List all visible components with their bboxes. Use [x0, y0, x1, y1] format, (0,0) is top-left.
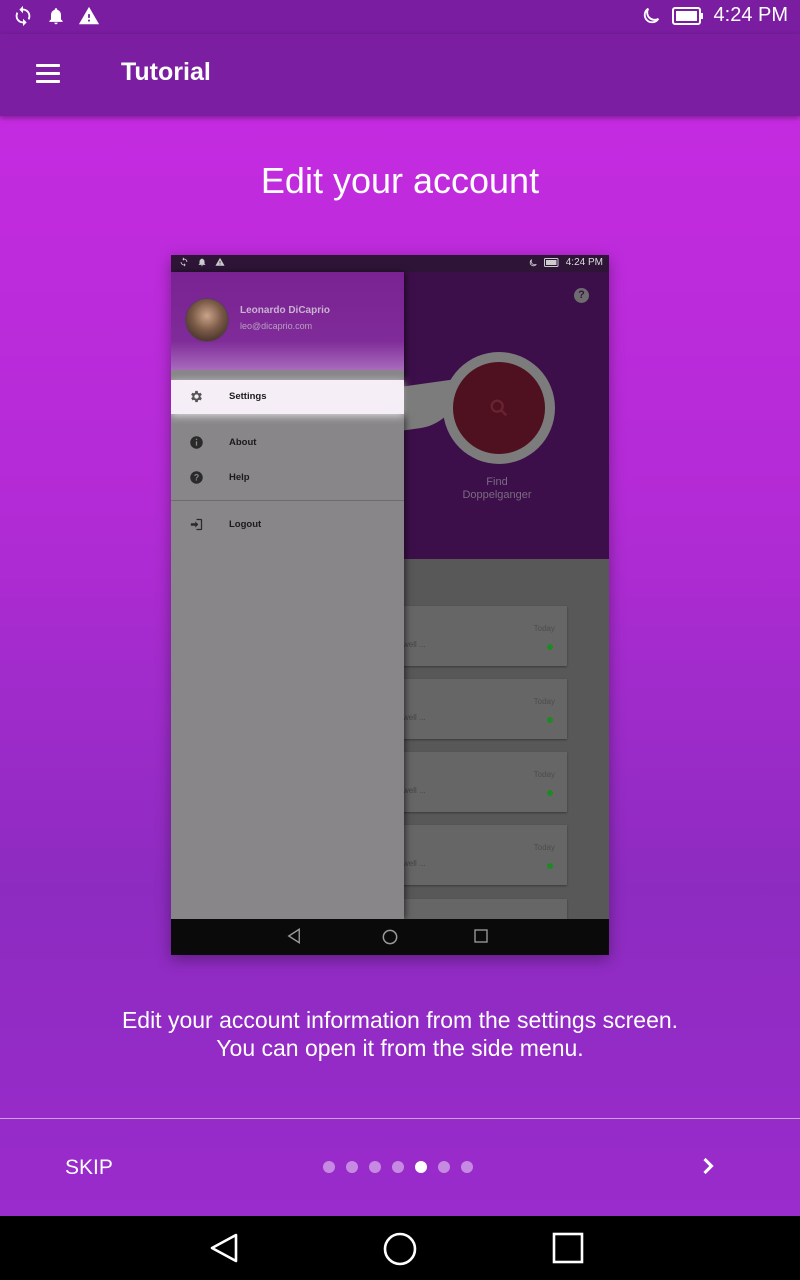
preview-status-bar: 4:24 PM	[171, 255, 609, 272]
status-dot	[547, 863, 553, 869]
page-title: Tutorial	[121, 58, 211, 86]
page-dot[interactable]	[346, 1161, 358, 1173]
preview-list-card: well ... Today	[389, 752, 567, 812]
avatar	[185, 298, 229, 342]
preview-bell-icon	[198, 258, 206, 267]
battery-icon	[671, 6, 703, 25]
drawer-item-label: About	[229, 437, 257, 448]
preview-list-card: well ... Today	[389, 606, 567, 666]
sync-icon	[15, 5, 31, 27]
drawer-item-label: Logout	[229, 519, 262, 530]
preview-drawer-item-help: ? Help	[171, 461, 404, 495]
page-dot[interactable]	[323, 1161, 335, 1173]
preview-side-drawer: Leonardo DiCaprio leo@dicaprio.com Setti…	[171, 272, 404, 919]
svg-text:?: ?	[194, 473, 199, 483]
page-indicator	[323, 1161, 473, 1173]
drawer-item-label: Settings	[229, 391, 267, 402]
warning-icon	[78, 6, 100, 25]
info-icon	[190, 436, 203, 449]
hamburger-menu-icon[interactable]	[28, 58, 68, 92]
back-icon[interactable]	[206, 1230, 242, 1266]
app-bar: Tutorial	[0, 34, 800, 116]
chevron-right-icon[interactable]	[694, 1152, 722, 1180]
preview-drawer-item-about: About	[171, 426, 404, 460]
preview-find-button	[443, 352, 555, 464]
gear-icon	[191, 390, 202, 403]
logout-icon	[190, 518, 203, 531]
notification-bell-icon	[49, 8, 63, 25]
tutorial-slide: Edit your account 4:24 PM ? Find Doppelg…	[0, 116, 800, 1216]
moon-icon	[643, 7, 659, 23]
drawer-divider	[171, 500, 404, 501]
status-bar: 4:24 PM	[0, 0, 800, 34]
preview-user-email: leo@dicaprio.com	[240, 321, 313, 331]
preview-home-icon	[382, 929, 398, 945]
preview-user-name: Leonardo DiCaprio	[240, 305, 331, 316]
page-dot[interactable]	[369, 1161, 381, 1173]
preview-back-icon	[287, 928, 300, 944]
home-icon[interactable]	[381, 1230, 419, 1268]
preview-search-icon	[490, 399, 508, 417]
preview-moon-icon	[529, 258, 537, 266]
preview-list-card-partial	[389, 899, 567, 919]
preview-drawer-item-logout: Logout	[171, 508, 404, 542]
status-dot	[547, 644, 553, 650]
preview-drawer-item-settings: Settings	[171, 380, 404, 414]
system-nav-bar	[0, 1216, 800, 1280]
preview-sync-icon	[180, 257, 188, 267]
page-dot-active[interactable]	[415, 1161, 427, 1173]
page-dot[interactable]	[438, 1161, 450, 1173]
skip-button[interactable]: SKIP	[65, 1156, 113, 1180]
preview-status-time: 4:24 PM	[565, 257, 603, 268]
page-dot[interactable]	[461, 1161, 473, 1173]
tutorial-screenshot-preview: 4:24 PM ? Find Doppelganger well ... Tod…	[171, 255, 609, 955]
drawer-item-label: Help	[229, 472, 250, 483]
slide-title: Edit your account	[260, 160, 540, 201]
slide-description: Edit your account information from the s…	[121, 1007, 679, 1061]
page-dot[interactable]	[392, 1161, 404, 1173]
help-icon: ?	[190, 471, 203, 484]
status-time: 4:24 PM	[713, 4, 788, 26]
status-dot	[547, 790, 553, 796]
preview-find-label: Find Doppelganger	[462, 476, 532, 501]
preview-battery-icon	[543, 258, 559, 267]
preview-list-card: well ... Today	[389, 679, 567, 739]
status-dot	[547, 717, 553, 723]
preview-nav-bar	[171, 919, 609, 955]
preview-recents-icon	[474, 929, 488, 943]
footer-divider	[0, 1118, 800, 1119]
preview-list-card: well ... Today	[389, 825, 567, 885]
preview-drawer-header: Leonardo DiCaprio leo@dicaprio.com	[171, 272, 404, 370]
preview-help-icon: ?	[574, 288, 589, 303]
recents-icon[interactable]	[550, 1230, 586, 1266]
preview-warning-icon	[215, 257, 225, 266]
